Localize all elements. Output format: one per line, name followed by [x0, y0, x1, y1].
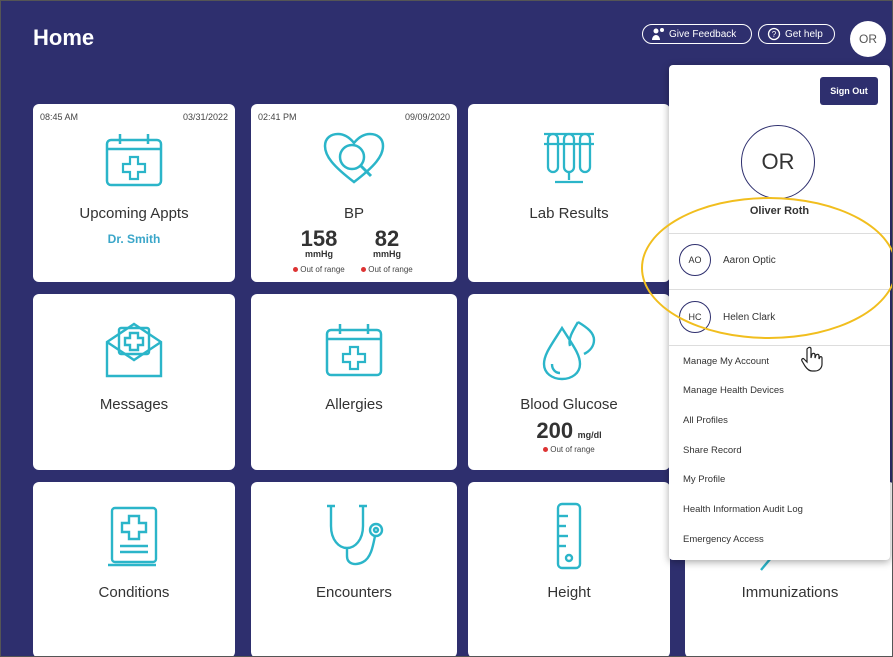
diastolic-unit: mmHg [372, 249, 401, 259]
appt-doctor: Dr. Smith [107, 232, 161, 246]
tile-conditions[interactable]: Conditions [33, 482, 235, 656]
tile-label-lab-results: Lab Results [529, 205, 609, 222]
tile-label-encounters: Encounters [316, 584, 392, 601]
menu-item-manage-my-account[interactable]: Manage My Account [683, 356, 769, 367]
menu-item-manage-health-devices[interactable]: Manage Health Devices [683, 385, 784, 396]
blood-drops-icon [542, 320, 596, 381]
tile-encounters[interactable]: Encounters [251, 482, 457, 656]
highlight-ellipse [641, 197, 892, 339]
systolic-status: Out of range [293, 265, 345, 274]
help-icon: ? [767, 27, 781, 41]
tile-upcoming-appts[interactable]: 08:45 AM 03/31/2022 Upcoming Appts Dr. S… [33, 104, 235, 282]
heart-search-icon [323, 132, 385, 184]
sign-out-button[interactable]: Sign Out [820, 77, 878, 105]
test-tubes-icon [544, 132, 594, 184]
menu-item-my-profile[interactable]: My Profile [683, 474, 725, 485]
tile-messages[interactable]: Messages [33, 294, 235, 470]
get-help-label: Get help [785, 28, 823, 40]
systolic-value: 158 [300, 226, 338, 251]
bp-date: 09/09/2020 [404, 112, 450, 122]
svg-text:?: ? [772, 30, 777, 39]
tile-label-immunizations: Immunizations [741, 584, 839, 601]
get-help-button[interactable]: ? Get help [758, 24, 835, 44]
medical-record-icon [108, 506, 158, 567]
glucose-status: Out of range [468, 445, 670, 454]
tile-lab-results[interactable]: Lab Results [468, 104, 670, 282]
calendar-plus-icon [325, 324, 383, 377]
glucose-reading: 200 mg/dl Out of range [468, 418, 670, 454]
bp-diastolic: 82 mmHg Out of range [357, 228, 417, 277]
ruler-icon [556, 502, 582, 570]
glucose-unit: mg/dl [577, 430, 602, 440]
tile-label-height: Height [547, 584, 591, 601]
diastolic-status: Out of range [361, 265, 413, 274]
diastolic-value: 82 [374, 226, 400, 251]
menu-item-all-profiles[interactable]: All Profiles [683, 415, 728, 426]
stethoscope-icon [327, 504, 384, 566]
hand-cursor-icon [801, 346, 823, 372]
give-feedback-button[interactable]: Give Feedback [642, 24, 752, 44]
appt-date: 03/31/2022 [182, 112, 228, 122]
tile-label-allergies: Allergies [325, 396, 383, 413]
calendar-plus-icon [105, 134, 163, 187]
page-title: Home [33, 25, 95, 50]
systolic-unit: mmHg [304, 249, 333, 259]
appt-time: 08:45 AM [40, 112, 79, 122]
tile-label-messages: Messages [99, 396, 169, 413]
app-frame: Home Give Feedback ? Get help OR 08:45 A… [0, 0, 893, 657]
bp-time: 02:41 PM [258, 112, 297, 122]
envelope-medical-icon [105, 322, 163, 378]
menu-item-audit-log[interactable]: Health Information Audit Log [683, 504, 803, 515]
tile-allergies[interactable]: Allergies [251, 294, 457, 470]
tile-label-conditions: Conditions [98, 584, 170, 601]
account-avatar-button[interactable]: OR [850, 21, 886, 57]
tile-bp[interactable]: 02:41 PM 09/09/2020 BP 158 mmHg Out of r… [251, 104, 457, 282]
tile-height[interactable]: Height [468, 482, 670, 656]
menu-avatar: OR [741, 125, 815, 199]
bp-systolic: 158 mmHg Out of range [289, 228, 349, 277]
give-feedback-label: Give Feedback [669, 28, 737, 40]
glucose-value: 200 [536, 418, 574, 443]
tile-blood-glucose[interactable]: Blood Glucose 200 mg/dl Out of range [468, 294, 670, 470]
menu-item-share-record[interactable]: Share Record [683, 445, 742, 456]
tile-label-upcoming-appts: Upcoming Appts [79, 205, 189, 222]
tile-label-blood-glucose: Blood Glucose [520, 396, 618, 413]
menu-item-emergency-access[interactable]: Emergency Access [683, 534, 764, 545]
divider [669, 345, 890, 346]
tile-label-bp: BP [343, 205, 364, 222]
feedback-icon [652, 28, 664, 40]
